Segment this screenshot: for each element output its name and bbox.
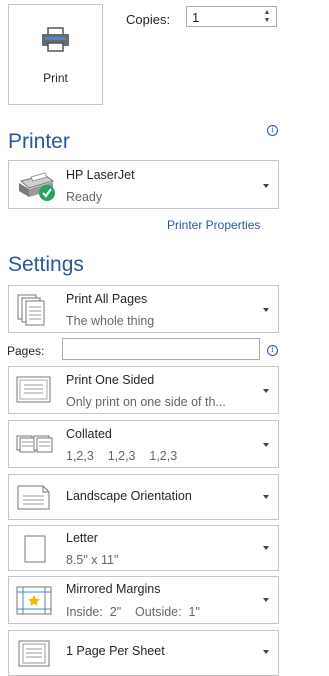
chevron-down-icon: [263, 546, 269, 550]
chevron-down-icon: [263, 650, 269, 654]
chevron-down-icon: [263, 389, 269, 393]
chevron-down-icon: [263, 308, 269, 312]
collation-dropdown[interactable]: Collated 1,2,3 1,2,3 1,2,3: [8, 420, 279, 468]
paper-size-icon: [15, 532, 53, 571]
pages-input[interactable]: [62, 338, 260, 360]
copies-label: Copies:: [126, 12, 171, 27]
printer-section-title: Printer: [8, 130, 70, 153]
sides-dropdown[interactable]: Print One Sided Only print on one side o…: [8, 366, 279, 414]
printer-device-icon: [15, 167, 57, 208]
collated-pages-icon: [15, 430, 53, 463]
pages-info-icon[interactable]: i: [267, 345, 278, 356]
spin-down-icon[interactable]: ▼: [262, 17, 272, 25]
landscape-page-icon: [15, 483, 53, 518]
pages-per-sheet-icon: [15, 638, 53, 675]
collation-title: Collated: [66, 427, 112, 441]
chevron-down-icon: [263, 184, 269, 188]
printer-info-icon[interactable]: i: [267, 125, 278, 136]
printer-icon: [39, 25, 72, 60]
collation-subtitle: 1,2,3 1,2,3 1,2,3: [66, 449, 178, 463]
printer-dropdown[interactable]: HP LaserJet Ready: [8, 160, 279, 209]
chevron-down-icon: [263, 598, 269, 602]
one-sided-page-icon: [15, 374, 53, 411]
printer-properties-link[interactable]: Printer Properties: [167, 218, 260, 232]
printer-name: HP LaserJet: [66, 168, 135, 182]
margins-dropdown[interactable]: Mirrored Margins Inside: 2" Outside: 1": [8, 576, 279, 624]
print-range-dropdown[interactable]: Print All Pages The whole thing: [8, 285, 279, 333]
pages-label: Pages:: [7, 344, 45, 358]
print-button-label: Print: [43, 71, 68, 85]
paper-size-subtitle: 8.5" x 11": [66, 553, 119, 567]
spin-up-icon[interactable]: ▲: [262, 9, 272, 17]
orientation-dropdown[interactable]: Landscape Orientation: [8, 474, 279, 520]
settings-section-title: Settings: [8, 253, 84, 276]
sides-title: Print One Sided: [66, 373, 155, 387]
margins-icon: [15, 584, 53, 623]
margins-subtitle: Inside: 2" Outside: 1": [66, 605, 200, 619]
chevron-down-icon: [263, 443, 269, 447]
printer-status: Ready: [66, 190, 103, 204]
chevron-down-icon: [263, 495, 269, 499]
pages-stack-icon: [15, 292, 47, 331]
paper-size-title: Letter: [66, 531, 98, 545]
print-range-subtitle: The whole thing: [66, 314, 155, 328]
print-button[interactable]: Print: [8, 4, 103, 105]
margins-title: Mirrored Margins: [66, 582, 161, 596]
copies-value[interactable]: 1: [192, 10, 199, 25]
sides-subtitle: Only print on one side of th...: [66, 395, 226, 409]
copies-spinbox[interactable]: 1 ▲ ▼: [186, 6, 277, 27]
print-range-title: Print All Pages: [66, 292, 148, 306]
orientation-title: Landscape Orientation: [66, 489, 192, 503]
pages-per-sheet-title: 1 Page Per Sheet: [66, 644, 165, 658]
pages-per-sheet-dropdown[interactable]: 1 Page Per Sheet: [8, 630, 279, 676]
paper-size-dropdown[interactable]: Letter 8.5" x 11": [8, 525, 279, 571]
